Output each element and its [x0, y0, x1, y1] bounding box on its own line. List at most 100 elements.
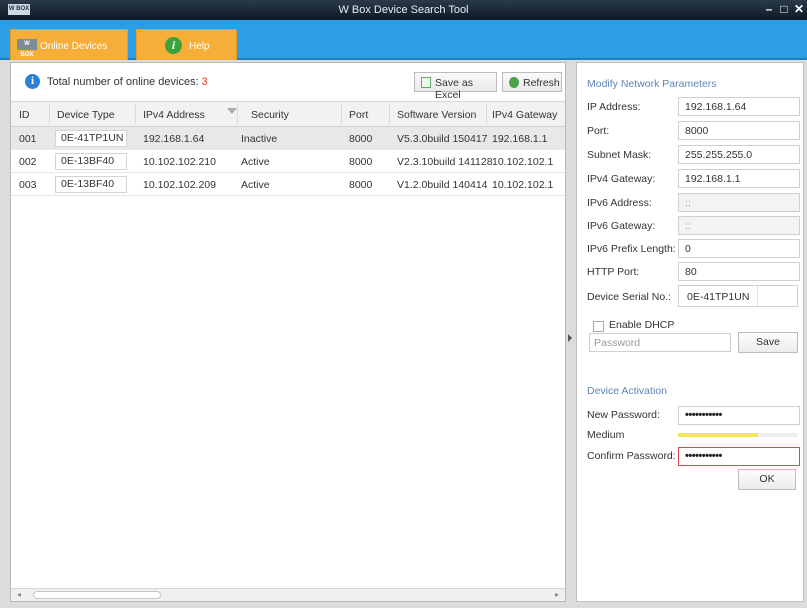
cell-device-type: 0E-13BF40 — [61, 155, 115, 167]
device-serial-divider — [757, 286, 758, 306]
ipv6-prefix-length-input[interactable]: 0 — [678, 239, 800, 258]
ip-address-input[interactable]: 192.168.1.64 — [678, 97, 800, 116]
enable-dhcp-label: Enable DHCP — [609, 319, 675, 331]
ipv6-prefix-length-label: IPv6 Prefix Length: — [587, 243, 676, 255]
device-list-toolbar: i Total number of online devices: 3 Save … — [11, 63, 565, 101]
wbox-icon: W BOX — [17, 39, 37, 58]
help-icon: i — [165, 37, 182, 54]
table-row[interactable]: 001 0E-41TP1UN 192.168.1.64 Inactive 800… — [11, 127, 565, 150]
total-devices-label: Total number of online devices: 3 — [47, 76, 208, 88]
save-button[interactable]: Save — [738, 332, 798, 353]
panel-splitter[interactable] — [566, 62, 576, 602]
cell-security: Active — [241, 156, 270, 168]
cell-ipv4-address: 192.168.1.64 — [143, 133, 205, 145]
password-input[interactable]: Password — [589, 333, 731, 352]
cell-port: 8000 — [349, 133, 373, 145]
scrollbar-thumb[interactable] — [33, 591, 161, 599]
http-port-label: HTTP Port: — [587, 266, 640, 278]
device-serial-label: Device Serial No.: — [587, 291, 672, 303]
refresh-button[interactable]: Refresh — [502, 72, 562, 92]
port-input[interactable]: 8000 — [678, 121, 800, 140]
enable-dhcp-checkbox[interactable] — [593, 321, 604, 332]
cell-device-type: 0E-13BF40 — [61, 178, 115, 190]
col-header-ipv4-gateway[interactable]: IPv4 Gateway — [492, 109, 564, 121]
table-row[interactable]: 003 0E-13BF40 10.102.102.209 Active 8000… — [11, 173, 565, 196]
network-parameters-panel: Modify Network Parameters IP Address: 19… — [576, 62, 804, 602]
ipv6-address-input[interactable]: :: — [678, 193, 800, 212]
cell-security: Active — [241, 179, 270, 191]
device-activation-title: Device Activation — [587, 385, 667, 397]
confirm-password-input[interactable]: ••••••••••• — [678, 447, 800, 466]
new-password-label: New Password: — [587, 409, 660, 421]
maximize-button[interactable]: □ — [777, 3, 791, 17]
col-header-port[interactable]: Port — [349, 109, 368, 121]
title-bar: W BOX W Box Device Search Tool – □ ✕ — [0, 0, 807, 20]
modify-network-title: Modify Network Parameters — [587, 78, 717, 90]
cell-port: 8000 — [349, 156, 373, 168]
cell-software-version: V1.2.0build 140414 — [397, 179, 488, 191]
cell-id: 002 — [19, 156, 37, 168]
scroll-right-icon[interactable]: ▸ — [552, 590, 562, 600]
col-header-device-type[interactable]: Device Type — [57, 109, 131, 121]
cell-device-type: 0E-41TP1UN — [61, 132, 124, 144]
cell-ipv4-gateway: 10.102.102.1 — [492, 156, 554, 168]
ipv6-gateway-label: IPv6 Gateway: — [587, 220, 656, 232]
ok-button[interactable]: OK — [738, 469, 796, 490]
scroll-left-icon[interactable]: ◂ — [14, 590, 24, 600]
subnet-mask-input[interactable]: 255.255.255.0 — [678, 145, 800, 164]
new-password-input[interactable]: ••••••••••• — [678, 406, 800, 425]
tab-help-label: Help — [189, 41, 210, 52]
refresh-label: Refresh — [523, 77, 560, 89]
cell-ipv4-address: 10.102.102.210 — [143, 156, 216, 168]
tab-online-devices-label: Online Devices — [40, 41, 108, 52]
tab-online-devices[interactable]: W BOX Online Devices — [10, 29, 128, 60]
window-title: W Box Device Search Tool — [338, 4, 469, 16]
filter-icon[interactable] — [227, 108, 237, 114]
column-divider[interactable] — [49, 104, 50, 124]
password-strength-bar — [678, 433, 759, 437]
column-divider[interactable] — [389, 104, 390, 124]
collapse-arrow-icon[interactable] — [568, 334, 572, 342]
save-as-excel-button[interactable]: Save as Excel — [414, 72, 497, 101]
info-icon: i — [25, 74, 40, 89]
minimize-button[interactable]: – — [762, 3, 776, 17]
total-devices-text: Total number of online devices: — [47, 76, 199, 88]
device-serial-field: 0E-41TP1UN — [678, 285, 798, 307]
device-serial-value: 0E-41TP1UN — [687, 291, 750, 303]
ipv4-gateway-input[interactable]: 192.168.1.1 — [678, 169, 800, 188]
col-header-id[interactable]: ID — [19, 109, 30, 121]
col-header-software-version[interactable]: Software Version — [397, 109, 492, 121]
save-as-excel-label: Save as Excel — [435, 77, 473, 101]
horizontal-scrollbar[interactable]: ◂ ▸ — [11, 588, 565, 601]
cell-ipv4-gateway: 192.168.1.1 — [492, 133, 548, 145]
close-button[interactable]: ✕ — [792, 3, 806, 17]
http-port-input[interactable]: 80 — [678, 262, 800, 281]
nav-bar: W BOX Online Devices i Help — [0, 20, 807, 60]
port-label: Port: — [587, 125, 610, 137]
confirm-password-label: Confirm Password: — [587, 450, 676, 462]
col-header-security[interactable]: Security — [251, 109, 289, 121]
cell-ipv4-address: 10.102.102.209 — [143, 179, 216, 191]
ipv6-address-label: IPv6 Address: — [587, 197, 652, 209]
cell-id: 003 — [19, 179, 37, 191]
refresh-icon — [509, 77, 519, 88]
cell-security: Inactive — [241, 133, 278, 145]
column-divider[interactable] — [486, 104, 487, 124]
ipv6-gateway-input[interactable]: :: — [678, 216, 800, 235]
tab-help[interactable]: i Help — [136, 29, 237, 60]
excel-icon — [421, 77, 431, 88]
table-header: ID Device Type IPv4 Address Security Por… — [11, 101, 565, 127]
device-list-panel: i Total number of online devices: 3 Save … — [10, 62, 566, 602]
subnet-mask-label: Subnet Mask: — [587, 149, 652, 161]
column-divider[interactable] — [237, 104, 238, 124]
password-strength-label: Medium — [587, 429, 625, 441]
col-header-ipv4-address[interactable]: IPv4 Address — [143, 109, 235, 121]
cell-ipv4-gateway: 10.102.102.1 — [492, 179, 554, 191]
table-row[interactable]: 002 0E-13BF40 10.102.102.210 Active 8000… — [11, 150, 565, 173]
column-divider[interactable] — [341, 104, 342, 124]
column-divider[interactable] — [135, 104, 136, 124]
ip-address-label: IP Address: — [587, 101, 641, 113]
cell-id: 001 — [19, 133, 37, 145]
cell-software-version: V2.3.10build 141128 — [397, 156, 492, 168]
total-devices-count: 3 — [201, 76, 208, 88]
